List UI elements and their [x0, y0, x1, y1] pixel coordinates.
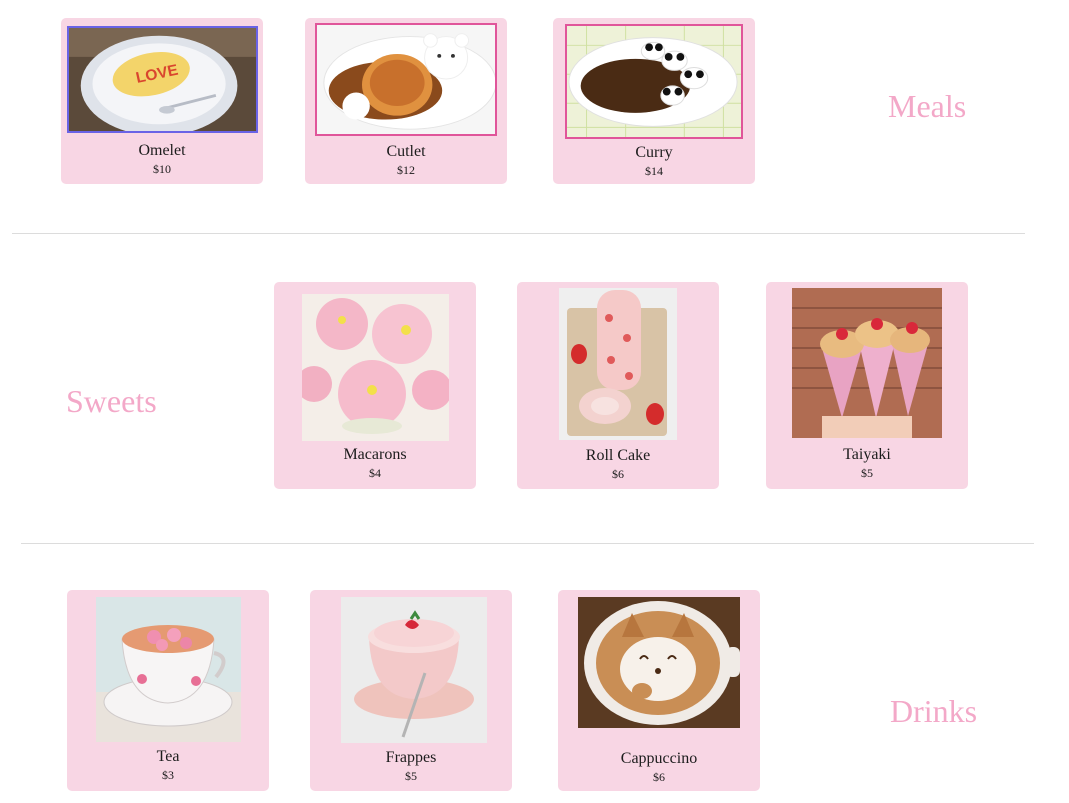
menu-card-taiyaki[interactable]: Taiyaki $5 [766, 282, 968, 489]
item-name: Macarons [343, 446, 407, 463]
item-price: $14 [645, 164, 663, 178]
item-name: Omelet [138, 142, 186, 159]
item-price: $12 [397, 163, 415, 177]
menu-card-curry[interactable]: Curry $14 [553, 18, 755, 184]
section-divider [21, 543, 1034, 544]
menu-card-tea[interactable]: Tea $3 [67, 590, 269, 791]
menu-card-cutlet[interactable]: Cutlet $12 [305, 18, 507, 184]
item-price: $6 [612, 467, 624, 481]
frappes-image [341, 597, 487, 743]
menu-card-frappes[interactable]: Frappes $5 [310, 590, 512, 791]
cutlet-image [315, 23, 497, 136]
item-name: Roll Cake [585, 447, 651, 464]
roll-cake-image [559, 288, 677, 440]
item-price: $3 [162, 768, 174, 782]
menu-card-cappuccino[interactable]: Cappuccino $6 [558, 590, 760, 791]
macarons-image [302, 294, 449, 441]
section-title-drinks: Drinks [890, 693, 978, 729]
cappuccino-image [578, 597, 740, 728]
item-name: Cutlet [386, 143, 426, 160]
item-name: Frappes [385, 749, 437, 766]
curry-image [565, 24, 743, 139]
taiyaki-image [792, 288, 942, 438]
item-name: Curry [635, 144, 673, 161]
section-title-meals: Meals [888, 88, 967, 124]
item-price: $10 [153, 162, 171, 176]
tea-image [96, 597, 241, 742]
item-price: $5 [861, 466, 873, 480]
item-name: Taiyaki [843, 446, 891, 463]
item-price: $6 [653, 770, 665, 784]
section-divider [12, 233, 1025, 234]
omelet-image: LOVE [67, 26, 258, 133]
item-name: Cappuccino [620, 750, 698, 767]
section-title-sweets: Sweets [66, 383, 157, 419]
menu-card-omelet[interactable]: LOVE Omelet $10 [61, 18, 263, 184]
menu-card-macarons[interactable]: Macarons $4 [274, 282, 476, 489]
item-price: $4 [369, 466, 381, 480]
item-price: $5 [405, 769, 417, 783]
item-name: Tea [156, 748, 180, 765]
menu-card-roll-cake[interactable]: Roll Cake $6 [517, 282, 719, 489]
